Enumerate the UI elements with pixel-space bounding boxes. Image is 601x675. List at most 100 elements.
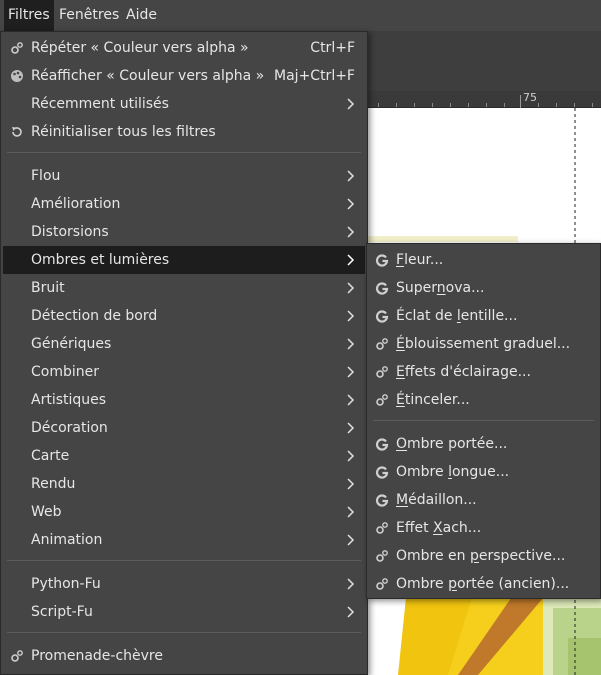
menu-item-web[interactable]: Web xyxy=(3,498,365,526)
menu-item-distorts[interactable]: Distorsions xyxy=(3,218,365,246)
chevron-right-icon xyxy=(347,422,355,434)
gegl-icon xyxy=(375,438,389,451)
menu-item-label: Rendu xyxy=(31,476,76,492)
chevron-right-icon xyxy=(347,478,355,490)
menu-item-label: Détection de bord xyxy=(31,308,158,324)
menu-item-label: Génériques xyxy=(31,336,112,352)
menu-item-animation[interactable]: Animation xyxy=(3,526,365,554)
menu-item-combine[interactable]: Combiner xyxy=(3,358,365,386)
menubar-windows[interactable]: Fenêtres xyxy=(55,0,123,31)
menu-item-vignette[interactable]: Médaillon... xyxy=(369,486,598,514)
menu-item-enhance[interactable]: Amélioration xyxy=(3,190,365,218)
menu-item-label: Flou xyxy=(31,168,61,184)
menu-item-label: Étinceler... xyxy=(396,392,470,408)
menu-item-drop-shadow[interactable]: Ombre portée... xyxy=(369,430,598,458)
menu-item-shortcut: Maj+Ctrl+F xyxy=(274,68,355,84)
menu-item-map[interactable]: Carte xyxy=(3,442,365,470)
menu-separator xyxy=(7,152,361,153)
gegl-icon xyxy=(375,494,389,507)
menu-item-artistic[interactable]: Artistiques xyxy=(3,386,365,414)
menu-item-goat-exercise[interactable]: Promenade-chèvre xyxy=(3,642,365,670)
gear-icon xyxy=(376,522,388,534)
menu-item-label: Effets d'éclairage... xyxy=(396,364,531,380)
menu-item-label: Distorsions xyxy=(31,224,109,240)
menu-item-label: Répéter « Couleur vers alpha » xyxy=(31,40,249,56)
menu-item-reset-filters[interactable]: Réinitialiser tous les filtres xyxy=(3,118,365,146)
menu-item-sparkle[interactable]: Étinceler... xyxy=(369,386,598,414)
chevron-right-icon xyxy=(347,578,355,590)
menu-item-label: Récemment utilisés xyxy=(31,96,169,112)
menu-item-repeat-filter[interactable]: Répéter « Couleur vers alpha » Ctrl+F xyxy=(3,34,365,62)
gegl-icon xyxy=(375,310,389,323)
menu-item-blur[interactable]: Flou xyxy=(3,162,365,190)
menu-item-reshow-filter[interactable]: Réafficher « Couleur vers alpha » Maj+Ct… xyxy=(3,62,365,90)
menu-item-supernova-flare[interactable]: Fleur... xyxy=(369,246,598,274)
gear-icon xyxy=(376,550,388,562)
menu-item-light-and-shadow[interactable]: Ombres et lumières xyxy=(3,246,365,274)
menu-item-label: Animation xyxy=(31,532,103,548)
light-and-shadow-submenu: Fleur... Supernova... Éclat de lentille.… xyxy=(366,243,601,599)
menu-item-label: Ombres et lumières xyxy=(31,252,170,268)
gegl-icon xyxy=(375,466,389,479)
menu-item-lens-flare[interactable]: Éclat de lentille... xyxy=(369,302,598,330)
menu-separator xyxy=(7,560,361,561)
menu-item-python-fu[interactable]: Python-Fu xyxy=(3,570,365,598)
chevron-right-icon xyxy=(347,254,355,266)
gear-icon xyxy=(11,650,23,662)
palette-icon xyxy=(11,70,23,82)
menu-item-label: Carte xyxy=(31,448,70,464)
reset-icon xyxy=(12,127,22,137)
menu-item-generic[interactable]: Génériques xyxy=(3,330,365,358)
menubar-help[interactable]: Aide xyxy=(122,0,161,31)
menu-item-label: Éclat de lentille... xyxy=(396,308,518,324)
gear-icon xyxy=(376,578,388,590)
menu-item-xach-effect[interactable]: Effet Xach... xyxy=(369,514,598,542)
menu-item-label: Médaillon... xyxy=(396,492,477,508)
menu-item-label: Réafficher « Couleur vers alpha » xyxy=(31,68,265,84)
gegl-icon xyxy=(375,254,389,267)
chevron-right-icon xyxy=(347,198,355,210)
chevron-right-icon xyxy=(347,394,355,406)
gear-icon xyxy=(376,394,388,406)
menu-item-label: Ombre longue... xyxy=(396,464,510,480)
chevron-right-icon xyxy=(347,98,355,110)
menu-item-noise[interactable]: Bruit xyxy=(3,274,365,302)
menu-item-label: Ombre en perspective... xyxy=(396,548,566,564)
menu-item-perspective-shadow[interactable]: Ombre en perspective... xyxy=(369,542,598,570)
menu-item-decor[interactable]: Décoration xyxy=(3,414,365,442)
chevron-right-icon xyxy=(347,534,355,546)
chevron-right-icon xyxy=(347,450,355,462)
menu-item-long-shadow[interactable]: Ombre longue... xyxy=(369,458,598,486)
chevron-right-icon xyxy=(347,506,355,518)
gear-icon xyxy=(376,338,388,350)
menu-item-label: Réinitialiser tous les filtres xyxy=(31,124,216,140)
chevron-right-icon xyxy=(347,282,355,294)
chevron-right-icon xyxy=(347,366,355,378)
menu-item-supernova[interactable]: Supernova... xyxy=(369,274,598,302)
chevron-right-icon xyxy=(347,606,355,618)
chevron-right-icon xyxy=(347,310,355,322)
menu-item-shortcut: Ctrl+F xyxy=(310,40,355,56)
menu-item-drop-shadow-legacy[interactable]: Ombre portée (ancien)... xyxy=(369,570,598,598)
ruler-label: 75 xyxy=(523,91,537,104)
menu-item-label: Python-Fu xyxy=(31,576,101,592)
menu-item-gradient-flare[interactable]: Éblouissement graduel... xyxy=(369,330,598,358)
menu-item-label: Bruit xyxy=(31,280,65,296)
menu-item-recently-used[interactable]: Récemment utilisés xyxy=(3,90,365,118)
menu-item-label: Promenade-chèvre xyxy=(31,648,163,664)
chevron-right-icon xyxy=(347,338,355,350)
menu-item-edge-detect[interactable]: Détection de bord xyxy=(3,302,365,330)
menu-item-label: Décoration xyxy=(31,420,108,436)
menu-item-label: Amélioration xyxy=(31,196,121,212)
gegl-icon xyxy=(375,282,389,295)
menu-separator xyxy=(373,420,594,421)
menubar: Filtres Fenêtres Aide xyxy=(0,0,601,31)
menu-item-label: Supernova... xyxy=(396,280,485,296)
menu-item-lighting-effects[interactable]: Effets d'éclairage... xyxy=(369,358,598,386)
menu-item-render[interactable]: Rendu xyxy=(3,470,365,498)
menu-item-script-fu[interactable]: Script-Fu xyxy=(3,598,365,626)
filters-menu: Répéter « Couleur vers alpha » Ctrl+F Ré… xyxy=(0,31,368,675)
menu-item-label: Fleur... xyxy=(396,252,444,268)
menu-item-label: Script-Fu xyxy=(31,604,93,620)
menubar-filters[interactable]: Filtres xyxy=(4,0,54,31)
